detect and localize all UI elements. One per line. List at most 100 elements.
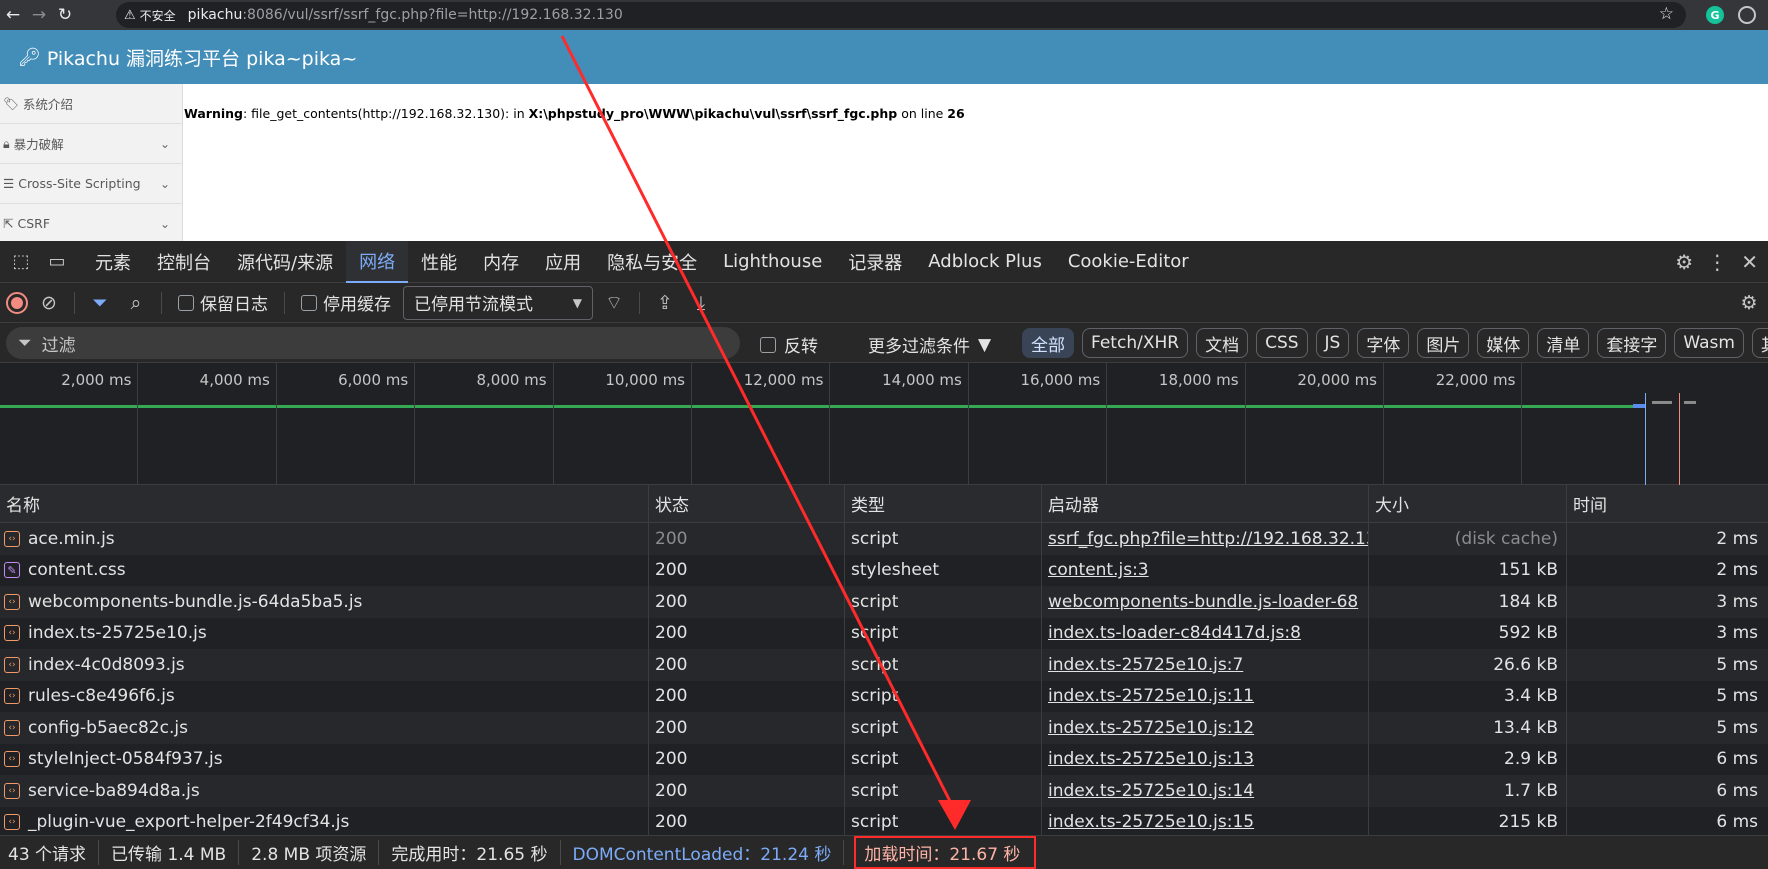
network-overview[interactable]: 2,000 ms 4,000 ms 6,000 ms 8,000 ms 10,000 m… — [0, 363, 1768, 485]
table-row[interactable]: ✎ content.css 200 stylesheet content.js:3 151… — [0, 554, 1768, 586]
cell-name[interactable]: ‹› index-4c0d8093.js — [0, 649, 649, 681]
cell-initiator-link[interactable]: index.ts-25725e10.js:12 — [1042, 712, 1369, 744]
column-header-type[interactable]: 类型 — [845, 485, 1042, 522]
column-header-time[interactable]: 时间 — [1567, 485, 1768, 522]
inspect-element-icon[interactable]: ⬚ — [6, 247, 36, 277]
forward-icon[interactable]: → — [26, 2, 52, 28]
cell-name[interactable]: ‹› _plugin-vue_export-helper-2f49cf34.js — [0, 806, 649, 835]
back-icon[interactable]: ← — [0, 2, 26, 28]
grammarly-extension-icon[interactable]: G — [1706, 6, 1724, 24]
filter-chip-10[interactable]: Wasm — [1674, 328, 1744, 358]
cell-name[interactable]: ‹› webcomponents-bundle.js-64da5ba5.js — [0, 586, 649, 618]
search-icon[interactable]: ⌕ — [121, 288, 151, 318]
device-toolbar-icon[interactable]: ▭ — [42, 247, 72, 277]
tab-5[interactable]: 内存 — [470, 241, 532, 283]
preserve-log-checkbox[interactable]: 保留日志 — [178, 290, 268, 315]
filter-chip-11[interactable]: 其他 — [1751, 328, 1768, 358]
more-filters-dropdown[interactable]: 更多过滤条件 ▼ — [868, 332, 991, 358]
cell-initiator-link[interactable]: webcomponents-bundle.js-loader-68 — [1042, 586, 1369, 618]
close-icon[interactable]: ✕ — [1741, 250, 1758, 274]
checkbox-box[interactable] — [178, 294, 194, 311]
record-stop-icon[interactable] — [6, 291, 28, 314]
table-row[interactable]: ‹› ace.min.js 200 script ssrf_fgc.php?file=h… — [0, 523, 1768, 555]
bookmark-star-icon[interactable]: ☆ — [1659, 4, 1674, 24]
table-row[interactable]: ‹› index.ts-25725e10.js 200 script index.ts-… — [0, 617, 1768, 649]
filter-chip-5[interactable]: 字体 — [1357, 328, 1410, 358]
sidebar-item-label: 系统介绍 — [22, 97, 73, 112]
filter-chip-6[interactable]: 图片 — [1417, 328, 1470, 358]
tab-9[interactable]: 记录器 — [835, 241, 915, 283]
tab-6[interactable]: 应用 — [532, 241, 594, 283]
column-header-initiator[interactable]: 启动器 — [1042, 485, 1369, 522]
tab-10[interactable]: Adblock Plus — [915, 241, 1055, 283]
network-conditions-icon[interactable]: ⌔ — [599, 288, 629, 318]
cell-name[interactable]: ‹› index.ts-25725e10.js — [0, 617, 649, 649]
chevron-down-icon: ⌄ — [159, 216, 170, 231]
filter-input[interactable]: ⏷ 过滤 — [6, 327, 740, 359]
table-row[interactable]: ‹› _plugin-vue_export-helper-2f49cf34.js 2… — [0, 806, 1768, 835]
network-settings-gear-icon[interactable]: ⚙ — [1734, 288, 1764, 318]
table-row[interactable]: ‹› service-ba894d8a.js 200 script index.ts-2… — [0, 775, 1768, 807]
tab-7[interactable]: 隐私与安全 — [594, 241, 710, 283]
cell-initiator-link[interactable]: ssrf_fgc.php?file=http://192.168.32.13 — [1042, 523, 1369, 555]
cell-initiator-link[interactable]: index.ts-25725e10.js:14 — [1042, 775, 1369, 807]
filter-chip-3[interactable]: CSS — [1256, 328, 1308, 358]
sidebar-item-xss[interactable]: ☰ Cross-Site Scripting ⌄ — [0, 164, 182, 204]
cell-initiator-link[interactable]: index.ts-25725e10.js:15 — [1042, 806, 1369, 835]
sidebar-item-bruteforce[interactable]: 🔒︎ 暴力破解 ⌄ — [0, 124, 182, 164]
checkbox-box[interactable] — [301, 294, 317, 311]
tab-11[interactable]: Cookie-Editor — [1055, 241, 1202, 283]
filter-chip-1[interactable]: Fetch/XHR — [1082, 328, 1189, 358]
disable-cache-checkbox[interactable]: 停用缓存 — [301, 290, 391, 315]
extension-icon[interactable] — [1738, 6, 1756, 24]
invert-checkbox[interactable]: 反转 — [760, 332, 818, 357]
cell-initiator-link[interactable]: index.ts-25725e10.js:11 — [1042, 680, 1369, 712]
tab-0[interactable]: 元素 — [82, 241, 144, 283]
more-menu-icon[interactable]: ⋮ — [1707, 250, 1727, 274]
table-row[interactable]: ‹› rules-c8e496f6.js 200 script index.ts-257… — [0, 680, 1768, 712]
table-row[interactable]: ‹› webcomponents-bundle.js-64da5ba5.js 200… — [0, 586, 1768, 618]
cell-name[interactable]: ‹› ace.min.js — [0, 523, 649, 555]
security-indicator[interactable]: ⚠ 不安全 — [124, 7, 176, 24]
cell-name[interactable]: ✎ content.css — [0, 554, 649, 586]
tab-2[interactable]: 源代码/来源 — [224, 241, 346, 283]
column-header-status[interactable]: 状态 — [649, 485, 845, 522]
cell-name[interactable]: ‹› config-b5aec82c.js — [0, 712, 649, 744]
column-header-name[interactable]: 名称 — [0, 485, 649, 522]
cell-initiator-link[interactable]: index.ts-loader-c84d417d.js:8 — [1042, 617, 1369, 649]
export-har-icon[interactable]: ⤓ — [686, 288, 716, 318]
cell-name[interactable]: ‹› rules-c8e496f6.js — [0, 680, 649, 712]
reload-icon[interactable]: ↻ — [52, 2, 78, 28]
tab-4[interactable]: 性能 — [408, 241, 470, 283]
filter-chip-0[interactable]: 全部 — [1022, 328, 1074, 358]
filter-chip-2[interactable]: 文档 — [1196, 328, 1249, 358]
filter-chip-9[interactable]: 套接字 — [1597, 328, 1667, 358]
column-header-size[interactable]: 大小 — [1369, 485, 1567, 522]
request-name: rules-c8e496f6.js — [28, 686, 175, 707]
cell-initiator-link[interactable]: index.ts-25725e10.js:7 — [1042, 649, 1369, 681]
throttling-select[interactable]: 已停用节流模式 ▼ — [403, 285, 593, 320]
cell-initiator-link[interactable]: content.js:3 — [1042, 554, 1369, 586]
pika-title[interactable]: Pikachu 漏洞练习平台 pika~pika~ — [47, 44, 357, 71]
cell-name[interactable]: ‹› styleInject-0584f937.js — [0, 743, 649, 775]
clear-icon[interactable]: ⊘ — [34, 288, 64, 318]
filter-chip-7[interactable]: 媒体 — [1477, 328, 1530, 358]
cell-initiator-link[interactable]: index.ts-25725e10.js:13 — [1042, 743, 1369, 775]
cell-name[interactable]: ‹› service-ba894d8a.js — [0, 775, 649, 807]
tab-8[interactable]: Lighthouse — [710, 241, 835, 283]
table-row[interactable]: ‹› index-4c0d8093.js 200 script index.ts-257… — [0, 649, 1768, 681]
filter-chip-4[interactable]: JS — [1315, 328, 1350, 358]
table-row[interactable]: ‹› config-b5aec82c.js 200 script index.ts-25… — [0, 712, 1768, 744]
filter-funnel-icon[interactable]: ⏷ — [85, 288, 115, 318]
filter-chip-8[interactable]: 清单 — [1537, 328, 1590, 358]
sidebar-item-intro[interactable]: 🏷︎ 系统介绍 — [0, 84, 182, 124]
settings-gear-icon[interactable]: ⚙ — [1675, 250, 1693, 274]
import-har-icon[interactable]: ⇪ — [650, 288, 680, 318]
tab-3[interactable]: 网络 — [346, 240, 409, 283]
address-bar[interactable]: ⚠ 不安全 pikachu:8086/vul/ssrf/ssrf_fgc.php… — [116, 2, 1686, 28]
tab-1[interactable]: 控制台 — [144, 241, 224, 283]
sidebar-item-csrf[interactable]: ⇱ CSRF ⌄ — [0, 204, 182, 244]
table-row[interactable]: ‹› styleInject-0584f937.js 200 script index.… — [0, 743, 1768, 775]
url-text[interactable]: pikachu:8086/vul/ssrf/ssrf_fgc.php?file=… — [188, 7, 623, 23]
checkbox-box[interactable] — [760, 336, 776, 353]
